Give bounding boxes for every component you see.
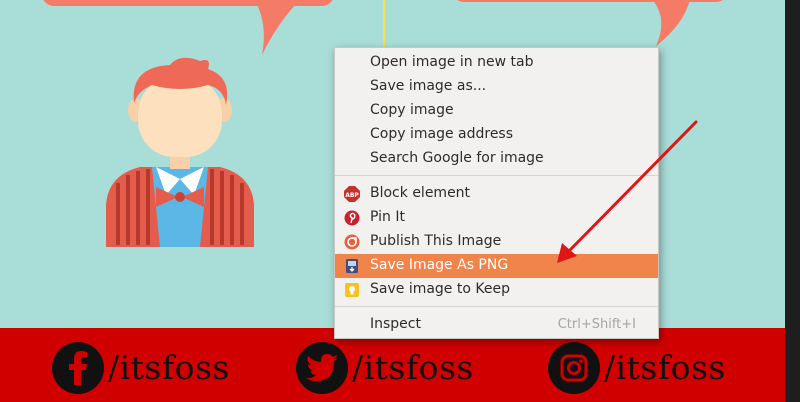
menu-item-copy-image[interactable]: Copy image <box>335 99 658 123</box>
adblock-icon: ABP <box>344 186 360 202</box>
menu-item-label: Copy image <box>370 102 454 118</box>
menu-item-label: Open image in new tab <box>370 54 534 70</box>
menu-item-save-image-as-png[interactable]: Save Image As PNG <box>335 254 658 278</box>
yellow-line <box>383 0 385 48</box>
menu-item-label: Search Google for image <box>370 150 544 166</box>
menu-item-open-image-new-tab[interactable]: Open image in new tab <box>335 51 658 75</box>
menu-item-label: Publish This Image <box>370 233 502 249</box>
menu-item-label: Pin It <box>370 209 405 225</box>
social-facebook[interactable]: /itsfoss <box>52 342 230 394</box>
menu-item-shortcut: Ctrl+Shift+I <box>557 317 636 332</box>
menu-item-label: Save Image As PNG <box>370 257 509 273</box>
menu-item-save-image-as[interactable]: Save image as... <box>335 75 658 99</box>
social-footer: /itsfoss /itsfoss /itsfoss <box>0 328 785 402</box>
instagram-handle: /itsfoss <box>604 348 726 387</box>
pinterest-icon <box>344 210 360 226</box>
menu-item-label: Copy image address <box>370 126 514 142</box>
instagram-icon <box>548 342 600 394</box>
menu-item-pin-it[interactable]: Pin It <box>335 206 658 230</box>
context-menu: Open image in new tab Save image as... C… <box>334 47 659 339</box>
twitter-icon <box>296 342 348 394</box>
menu-item-label: Save image as... <box>370 78 487 94</box>
publish-icon <box>344 234 360 250</box>
menu-item-block-element[interactable]: ABP Block element <box>335 182 658 206</box>
menu-item-save-image-to-keep[interactable]: Save image to Keep <box>335 278 658 302</box>
window-edge <box>785 0 800 402</box>
facebook-handle: /itsfoss <box>108 348 230 387</box>
twitter-handle: /itsfoss <box>352 348 474 387</box>
menu-separator <box>335 306 658 307</box>
speech-bubble-tail-right <box>653 0 690 46</box>
person-illustration <box>106 57 254 247</box>
menu-item-label: Save image to Keep <box>370 281 510 297</box>
svg-text:ABP: ABP <box>345 192 359 199</box>
menu-separator <box>335 175 658 176</box>
menu-item-copy-image-address[interactable]: Copy image address <box>335 123 658 147</box>
menu-item-inspect[interactable]: Inspect Ctrl+Shift+I <box>335 313 658 337</box>
social-instagram[interactable]: /itsfoss <box>548 342 726 394</box>
menu-item-search-google-image[interactable]: Search Google for image <box>335 147 658 171</box>
menu-item-label: Inspect <box>370 316 421 332</box>
facebook-icon <box>52 342 104 394</box>
menu-item-publish-this-image[interactable]: Publish This Image <box>335 230 658 254</box>
speech-bubble-tail-left <box>255 0 300 55</box>
menu-item-label: Block element <box>370 185 471 201</box>
save-png-icon <box>346 259 358 273</box>
keep-icon <box>345 283 359 297</box>
social-twitter[interactable]: /itsfoss <box>296 342 474 394</box>
